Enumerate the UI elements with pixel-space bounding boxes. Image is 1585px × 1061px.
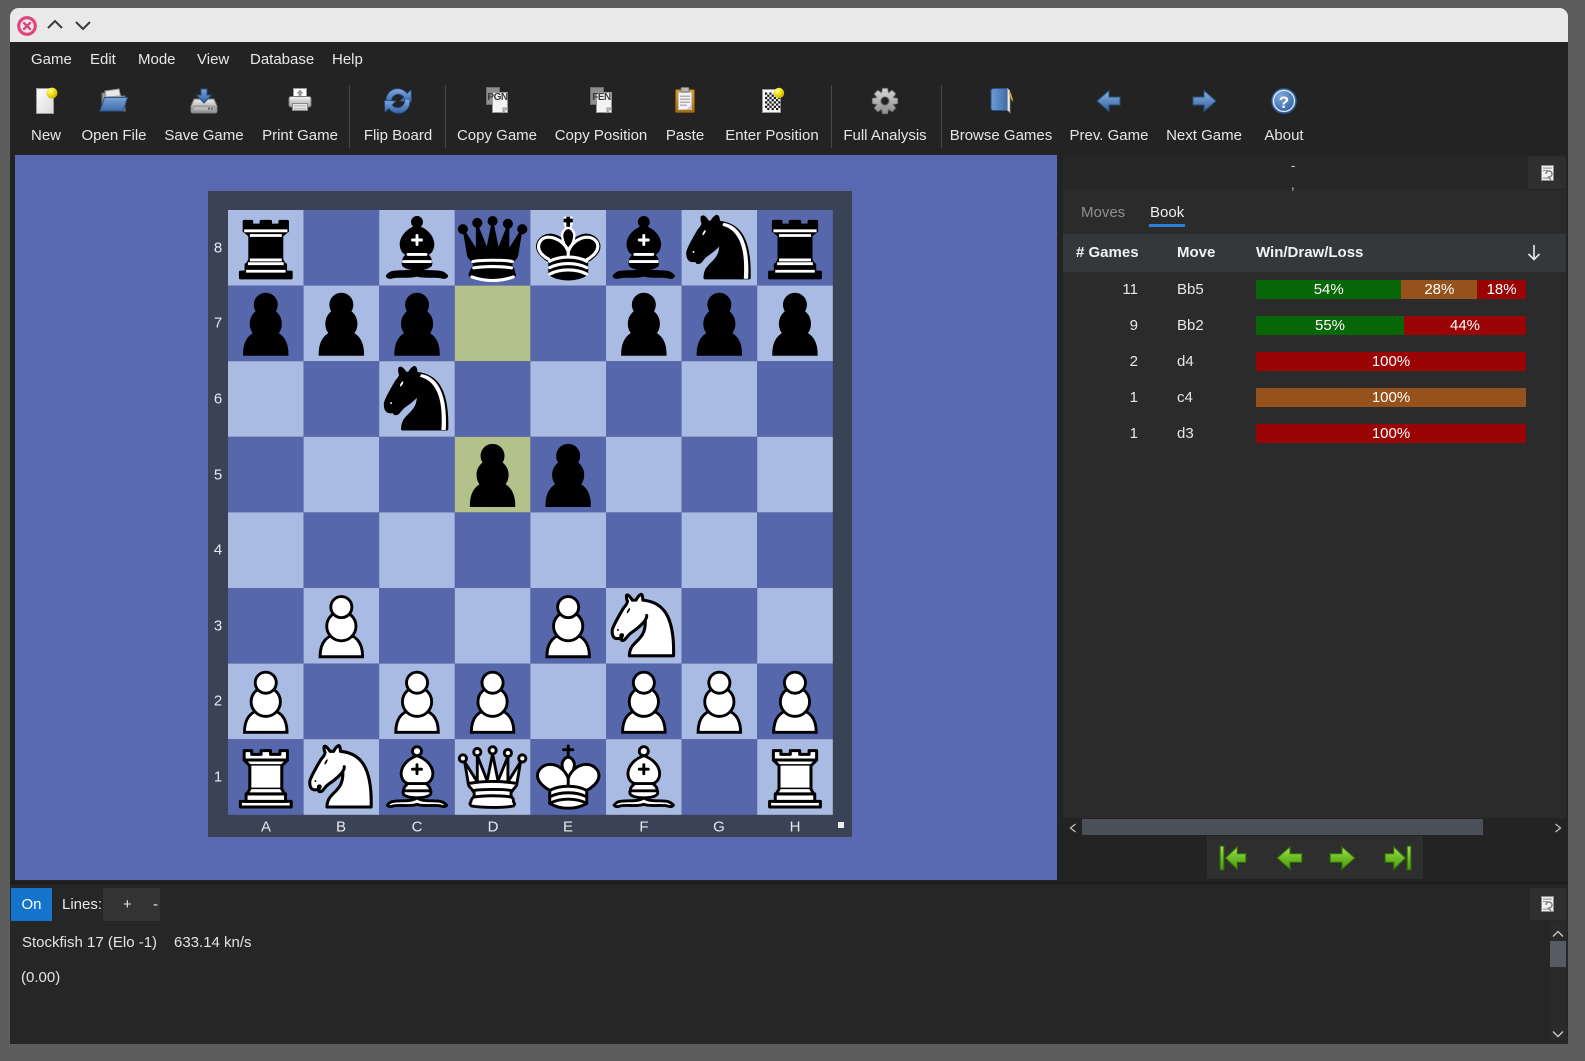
svg-text:G: G (713, 819, 725, 836)
svg-text:B: B (336, 819, 346, 836)
svg-text:F: F (639, 819, 648, 836)
svg-text:5: 5 (214, 467, 222, 484)
svg-text:7: 7 (214, 315, 222, 332)
svg-text:PGN: PGN (487, 92, 507, 103)
svg-text:A: A (261, 819, 271, 836)
svg-text:3: 3 (214, 618, 222, 635)
svg-text:6: 6 (214, 391, 222, 408)
svg-text:E: E (563, 819, 573, 836)
svg-text:4: 4 (214, 542, 222, 559)
svg-text:FEN: FEN (592, 92, 611, 103)
svg-text:?: ? (1279, 93, 1289, 112)
svg-text:1: 1 (214, 769, 222, 786)
svg-text:D: D (488, 819, 499, 836)
svg-text:H: H (790, 819, 801, 836)
svg-text:2: 2 (214, 693, 222, 710)
svg-text:8: 8 (214, 240, 222, 257)
svg-text:C: C (412, 819, 423, 836)
